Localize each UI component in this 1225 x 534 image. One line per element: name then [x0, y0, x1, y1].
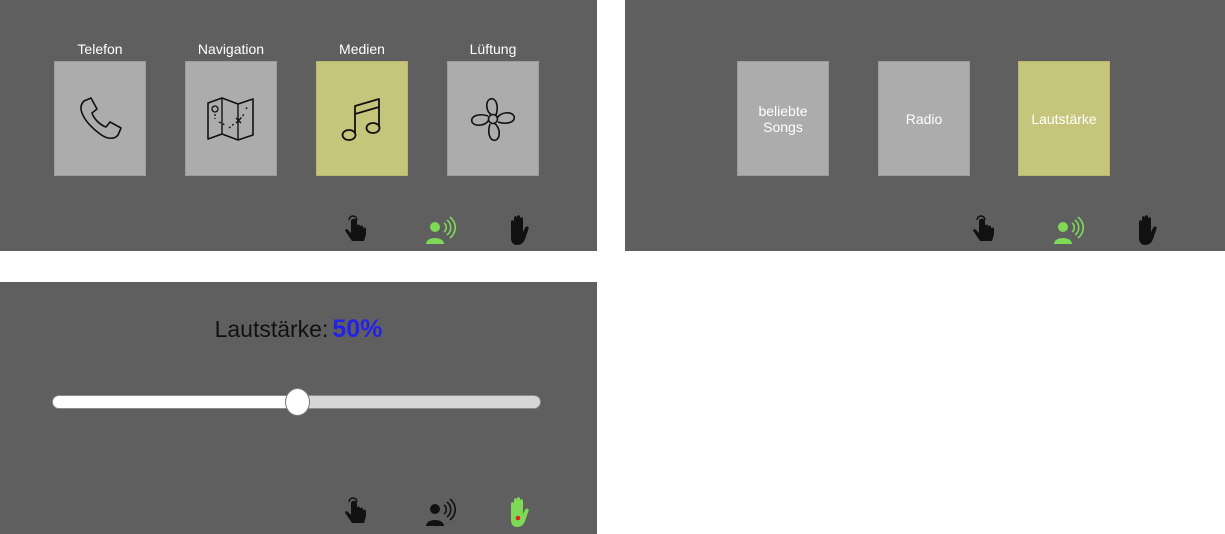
volume-value: 50% — [332, 315, 383, 343]
voice-icon[interactable] — [1052, 214, 1084, 246]
volume-label: Lautstärke: — [214, 316, 329, 342]
tile-lautstaerke[interactable]: Lautstärke — [1018, 61, 1110, 176]
volume-title: Lautstärke: 50% — [0, 315, 597, 344]
fan-icon — [470, 97, 516, 141]
tile-telefon[interactable] — [54, 61, 146, 176]
touch-icon[interactable] — [968, 214, 1000, 246]
tile-label-telefon: Telefon — [77, 41, 123, 57]
tile-radio[interactable]: Radio — [878, 61, 970, 176]
touch-icon[interactable] — [340, 496, 372, 528]
media-menu-panel: beliebte Songs Radio Lautstärke — [625, 0, 1225, 251]
tile-label-radio: Radio — [905, 110, 943, 127]
tile-medien[interactable] — [316, 61, 408, 176]
touch-icon[interactable] — [340, 214, 372, 246]
tile-label-medien: Medien — [339, 41, 385, 57]
tile-label-lautstaerke: Lautstärke — [1031, 110, 1097, 127]
gesture-hand-icon[interactable] — [503, 214, 535, 246]
map-icon — [207, 96, 254, 141]
volume-slider-knob[interactable] — [284, 388, 310, 416]
music-note-icon — [341, 97, 381, 141]
tile-label-lueftung: Lüftung — [469, 41, 517, 57]
volume-panel: Lautstärke: 50% — [0, 282, 597, 534]
tile-navigation[interactable] — [185, 61, 277, 176]
phone-icon — [80, 96, 122, 139]
voice-icon[interactable] — [424, 496, 456, 528]
tile-label-navigation: Navigation — [197, 41, 265, 57]
volume-slider-fill — [53, 396, 297, 408]
tile-label-beliebte-songs: beliebte Songs — [758, 102, 808, 135]
gesture-hand-icon[interactable] — [1131, 214, 1163, 246]
gesture-hand-icon[interactable] — [503, 496, 535, 528]
tile-beliebte-songs[interactable]: beliebte Songs — [737, 61, 829, 176]
main-menu-panel: Telefon Navigation Medien Lüftung — [0, 0, 597, 251]
tile-lueftung[interactable] — [447, 61, 539, 176]
voice-icon[interactable] — [424, 214, 456, 246]
